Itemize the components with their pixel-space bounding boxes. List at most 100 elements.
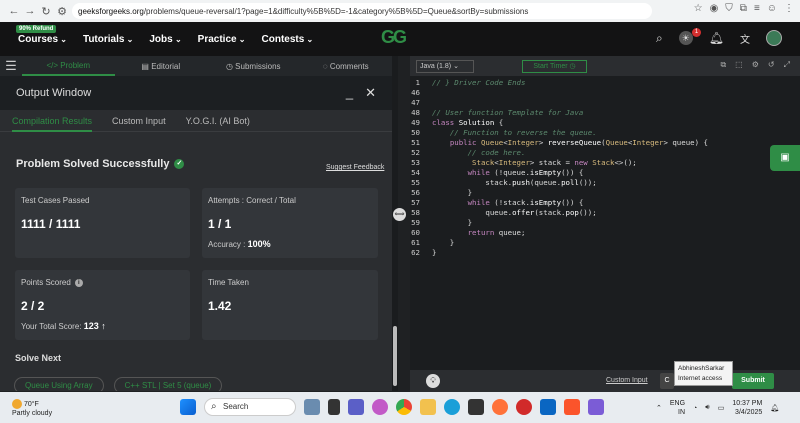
notification-center-icon[interactable]: 🔔︎ <box>770 404 779 412</box>
input-language[interactable]: ENG IN <box>670 399 685 417</box>
extensions-puzzle-icon[interactable]: ⧉ <box>740 3 747 14</box>
translate-icon[interactable]: 文 <box>740 31 750 46</box>
left-scrollbar[interactable] <box>392 56 398 391</box>
tab-comments[interactable]: ◌ Comments <box>300 62 393 71</box>
code-text: // code here. <box>467 148 526 157</box>
tab-submissions[interactable]: ◷ Submissions <box>207 62 300 71</box>
code-line[interactable]: 54 while (!queue.isEmpty()) { <box>410 168 800 178</box>
battery-icon[interactable]: ▭ <box>718 404 725 412</box>
menu-contests[interactable]: Contests <box>262 34 314 45</box>
theme-toggle-icon[interactable]: ☀ <box>678 31 693 45</box>
output-window-header: Output Window _ ✕ <box>0 76 392 110</box>
weather-widget[interactable]: 70°F Partly cloudy <box>12 399 52 418</box>
reload-icon[interactable]: ↻ <box>38 5 54 18</box>
settings-icon[interactable]: ⚙ <box>752 60 759 70</box>
menu-tutorials[interactable]: Tutorials <box>83 34 133 45</box>
chrome-icon[interactable] <box>396 399 412 415</box>
profile-icon[interactable]: ☺ <box>767 3 777 14</box>
windows-start-icon[interactable] <box>180 399 196 415</box>
tab-custom-input[interactable]: Custom Input <box>112 116 166 126</box>
next-problem-chip[interactable]: Queue Using Array <box>14 377 104 391</box>
custom-input-link[interactable]: Custom Input <box>606 377 648 384</box>
tray-overflow-icon[interactable]: ⌃ <box>656 404 662 412</box>
fullscreen-icon[interactable]: ⬚ <box>735 60 743 70</box>
info-icon[interactable]: i <box>74 278 83 287</box>
teams-icon[interactable] <box>348 399 364 415</box>
tooltip-network-name: AbhineshSarkar <box>678 365 725 372</box>
suggest-feedback-link[interactable]: Suggest Feedback <box>326 164 384 171</box>
widgets-icon[interactable] <box>304 399 320 415</box>
avatar[interactable] <box>766 30 782 46</box>
code-line[interactable]: 53 Stack<Integer> stack = new Stack<>(); <box>410 158 800 168</box>
lightbulb-icon[interactable]: 💡︎ <box>426 374 440 388</box>
language-select[interactable]: Java (1.8) ⌄ <box>416 59 474 73</box>
code-line[interactable]: 47 <box>410 98 800 108</box>
copy-icon[interactable]: ⧉ <box>720 60 726 70</box>
close-icon[interactable]: ✕ <box>365 85 376 101</box>
file-explorer-icon[interactable] <box>328 399 340 415</box>
site-settings-icon[interactable]: ⚙ <box>54 5 70 18</box>
store-icon[interactable] <box>468 399 484 415</box>
reset-icon[interactable]: ↺ <box>768 60 775 70</box>
search-icon[interactable]: ⌕ <box>656 31 663 46</box>
copilot-icon[interactable] <box>372 399 388 415</box>
compile-button[interactable]: C <box>660 373 674 389</box>
code-line[interactable]: 51 public Queue<Integer> reverseQueue(Qu… <box>410 138 800 148</box>
forward-icon[interactable]: → <box>22 5 38 17</box>
resize-handle-icon[interactable]: ⟺ <box>393 208 406 221</box>
menu-practice[interactable]: Practice <box>198 34 246 45</box>
bookmark-star-icon[interactable]: ☆ <box>694 3 703 14</box>
tab-list-icon[interactable]: ≡ <box>754 3 760 14</box>
brave-icon[interactable] <box>564 399 580 415</box>
notification-bell-icon[interactable]: 🔔︎ <box>709 31 724 45</box>
expand-icon[interactable]: ⤢ <box>784 60 790 70</box>
firefox-icon[interactable] <box>492 399 508 415</box>
tab-problem[interactable]: </> Problem <box>22 56 115 76</box>
time-taken-label: Time Taken <box>208 278 249 287</box>
code-line[interactable]: 49 class Solution { <box>410 118 800 128</box>
wifi-icon[interactable]: ◔ <box>693 405 697 412</box>
linkedin-icon[interactable] <box>540 399 556 415</box>
code-line[interactable]: 59 } <box>410 218 800 228</box>
folder-icon[interactable] <box>420 399 436 415</box>
line-number: 50 <box>411 128 420 137</box>
menu-jobs[interactable]: Jobs <box>149 34 181 45</box>
taskbar-search[interactable]: Search <box>204 398 296 416</box>
menu-courses[interactable]: Courses <box>18 34 67 45</box>
code-line[interactable]: 48 // User function Template for Java <box>410 108 800 118</box>
volume-icon[interactable]: 🔊︎ <box>705 404 709 412</box>
code-line[interactable]: 58 queue.offer(stack.pop()); <box>410 208 800 218</box>
clock-time: 10:37 PM <box>732 400 763 407</box>
notes-icon[interactable] <box>588 399 604 415</box>
gfg-logo[interactable]: GG <box>381 27 407 48</box>
next-problem-chip[interactable]: C++ STL | Set 5 (queue) <box>113 377 223 391</box>
code-line[interactable]: 52 // code here. <box>410 148 800 158</box>
tab-yogi-ai-bot[interactable]: Y.O.G.I. (AI Bot) <box>186 116 250 126</box>
chrome-menu-icon[interactable]: ⋮ <box>784 3 794 14</box>
edge-icon[interactable] <box>444 399 460 415</box>
tab-editorial[interactable]: ▤ Editorial <box>115 62 208 71</box>
back-icon[interactable]: ← <box>6 5 22 17</box>
code-line[interactable]: 55 stack.push(queue.poll()); <box>410 178 800 188</box>
code-line[interactable]: 62} <box>410 248 800 258</box>
clock[interactable]: 10:37 PM 3/4/2025 <box>732 399 762 417</box>
code-line[interactable]: 56 } <box>410 188 800 198</box>
code-line[interactable]: 46 <box>410 88 800 98</box>
address-bar[interactable]: geeksforgeeks.org /problems/queue-revers… <box>72 3 652 19</box>
code-line[interactable]: 61 } <box>410 238 800 248</box>
minimize-icon[interactable]: _ <box>346 85 353 101</box>
code-line[interactable]: 50 // Function to reverse the queue. <box>410 128 800 138</box>
extension-icon[interactable]: ◉ <box>710 3 719 14</box>
code-line[interactable]: 57 while (!stack.isEmpty()) { <box>410 198 800 208</box>
hamburger-menu-icon[interactable]: ☰ <box>0 58 22 74</box>
chat-fab-icon[interactable]: ▣ <box>770 145 800 171</box>
start-timer-button[interactable]: Start Timer ◷ <box>522 59 587 73</box>
submit-button[interactable]: Submit <box>732 373 774 389</box>
code-editor[interactable]: 1 // } Driver Code Ends 46 47 48 // User func… <box>410 76 800 370</box>
code-line[interactable]: 1 // } Driver Code Ends <box>410 78 800 88</box>
scrollbar-thumb[interactable] <box>393 326 397 386</box>
code-line[interactable]: 60 return queue; <box>410 228 800 238</box>
opera-icon[interactable] <box>516 399 532 415</box>
tab-compilation-results[interactable]: Compilation Results <box>12 116 93 132</box>
shield-extension-icon[interactable]: ⛉ <box>725 3 733 14</box>
